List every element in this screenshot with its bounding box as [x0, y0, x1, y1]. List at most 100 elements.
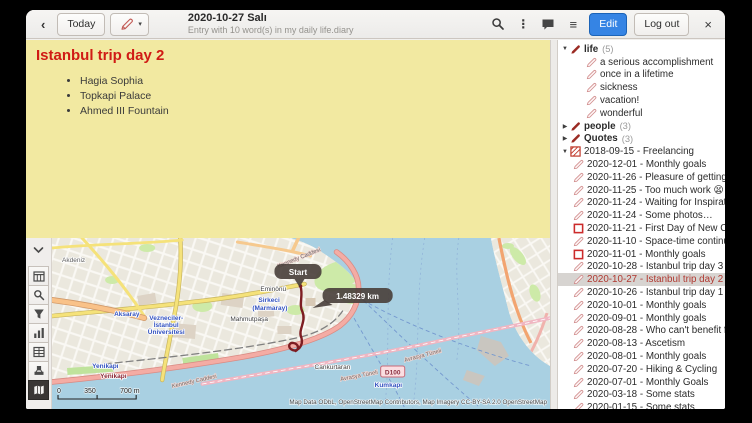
expander-closed-icon[interactable]: ▶: [560, 135, 570, 142]
entry-label: 2020-01-15 - Some stats: [587, 402, 695, 409]
entry-label: a serious accomplishment: [600, 57, 713, 68]
entry-label: 2020-12-01 - Monthly goals: [587, 159, 706, 170]
entry-label: 2020-11-10 - Space-time continuum: [587, 236, 725, 247]
logout-button[interactable]: Log out: [634, 13, 689, 36]
entry-label: people: [584, 121, 616, 132]
statistics-button[interactable]: [28, 323, 49, 343]
entry-label: wonderful: [600, 108, 642, 119]
entry-label: Quotes: [584, 133, 618, 144]
calendar-button[interactable]: [28, 266, 49, 286]
entry-label: 2020-08-13 - Ascetism: [587, 338, 685, 349]
entry-subtitle: Entry with 10 word(s) in my daily life.d…: [188, 26, 398, 35]
today-button[interactable]: Today: [57, 13, 105, 36]
pencil-outline-icon: [573, 287, 586, 298]
svg-text:700 m: 700 m: [120, 388, 140, 395]
menu-kebab-button[interactable]: ⋮: [514, 15, 532, 33]
entry-label: sickness: [600, 82, 638, 93]
expander-open-icon[interactable]: ▼: [560, 149, 570, 155]
svg-text:Start: Start: [289, 268, 308, 277]
sidebar-entry-row[interactable]: wonderful: [558, 107, 725, 120]
pencil-outline-icon: [573, 313, 586, 324]
pencil-outline-icon: [573, 351, 586, 362]
checkbox-icon: [573, 249, 586, 260]
close-window-button[interactable]: ×: [699, 17, 717, 32]
sidebar-tag-row[interactable]: ▶Quotes(3): [558, 133, 725, 146]
sidebar-entry-row[interactable]: a serious accomplishment: [558, 56, 725, 69]
sidebar-entry-row[interactable]: 2020-11-24 - Waiting for Inspiration…: [558, 197, 725, 210]
svg-text:Vezneciler-: Vezneciler-: [149, 315, 183, 322]
sidebar-entry-row[interactable]: 2020-10-27 - Istanbul trip day 2: [558, 273, 725, 286]
search-button[interactable]: [489, 15, 507, 33]
expander-closed-icon[interactable]: ▶: [560, 123, 570, 130]
entry-label: 2020-11-21 - First Day of New Covid R…: [587, 223, 725, 234]
sidebar-tag-row[interactable]: ▶ people (3): [558, 120, 725, 133]
pencil-outline-icon: [573, 274, 586, 285]
pencil-outline-icon: [573, 325, 586, 336]
sidebar-entry-row[interactable]: sickness: [558, 81, 725, 94]
sidebar-entry-row[interactable]: 2020-11-21 - First Day of New Covid R…: [558, 222, 725, 235]
pencil-icon: [117, 15, 135, 33]
entry-editor[interactable]: Istanbul trip day 2 Hagia Sophia Topkapi…: [26, 40, 550, 238]
filter-button[interactable]: [28, 304, 49, 324]
route-map[interactable]: Akdeniz Aksaray Vezneciler- İstanbul Üni…: [52, 238, 550, 409]
pencil-outline-icon: [573, 377, 586, 388]
sidebar-entry-row[interactable]: 2020-10-01 - Monthly goals: [558, 299, 725, 312]
pencil-outline-icon: [586, 69, 599, 80]
sidebar-entry-row[interactable]: 2020-01-15 - Some stats: [558, 401, 725, 409]
pencil-outline-icon: [573, 389, 586, 400]
hamburger-menu-button[interactable]: ≡: [564, 15, 582, 33]
edit-button[interactable]: Edit: [589, 13, 627, 36]
sidebar-entry-row[interactable]: 2020-11-01 - Monthly goals: [558, 248, 725, 261]
svg-text:350: 350: [84, 388, 96, 395]
entry-label: once in a lifetime: [600, 69, 674, 80]
sidebar-entry-row[interactable]: 2020-10-28 - Istanbul trip day 3: [558, 261, 725, 274]
entry-label: 2020-10-28 - Istanbul trip day 3: [587, 261, 723, 272]
pencil-outline-icon: [573, 402, 586, 409]
entry-bullet-list: Hagia Sophia Topkapi Palace Ahmed III Fo…: [36, 74, 540, 119]
sidebar-entry-row[interactable]: 2020-11-25 - Too much work 😫: [558, 184, 725, 197]
entry-label: 2020-09-01 - Monthly goals: [587, 313, 706, 324]
edit-entry-menubutton[interactable]: ▾: [110, 13, 149, 36]
back-button[interactable]: ‹: [34, 14, 52, 35]
back-chevron-icon: ‹: [41, 17, 45, 32]
sidebar-entry-row[interactable]: 2020-08-01 - Monthly goals: [558, 350, 725, 363]
entry-label: 2020-11-25 - Too much work 😫: [587, 185, 724, 196]
map-attribution: Map Data ODbL, OpenStreetMap Contributor…: [289, 399, 547, 406]
sidebar-entry-row[interactable]: once in a lifetime: [558, 69, 725, 82]
table-button[interactable]: [28, 342, 49, 362]
svg-text:0: 0: [57, 388, 61, 395]
sidebar-entry-row[interactable]: ▼2018-09-15 - Freelancing: [558, 145, 725, 158]
svg-text:Akdeniz: Akdeniz: [62, 257, 85, 264]
sidebar-entry-row[interactable]: vacation!: [558, 94, 725, 107]
entry-count: (3): [620, 121, 631, 131]
pencil-outline-icon: [573, 261, 586, 272]
pencil-outline-icon: [573, 364, 586, 375]
expander-open-icon[interactable]: ▼: [560, 46, 570, 52]
sidebar-entry-row[interactable]: 2020-12-01 - Monthly goals: [558, 158, 725, 171]
sidebar-entry-row[interactable]: 2020-03-18 - Some stats: [558, 389, 725, 402]
search-entries-button[interactable]: [28, 285, 49, 305]
road-shield-d100: D100: [381, 366, 405, 377]
sidebar-entry-row[interactable]: 2020-10-26 - Istanbul trip day 1: [558, 286, 725, 299]
sidebar-entry-row[interactable]: 2020-08-13 - Ascetism: [558, 337, 725, 350]
sidebar-entry-row[interactable]: 2020-11-26 - Pleasure of getting exac…: [558, 171, 725, 184]
pane-divider[interactable]: [550, 40, 558, 409]
sidebar-entry-row[interactable]: 2020-07-01 - Monthly Goals: [558, 376, 725, 389]
collapse-chevron-icon[interactable]: [28, 240, 49, 260]
sidebar-entry-row[interactable]: 2020-08-28 - Who can't benefit from …: [558, 325, 725, 338]
entry-label: 2020-08-01 - Monthly goals: [587, 351, 706, 362]
entry-pane: Istanbul trip day 2 Hagia Sophia Topkapi…: [26, 40, 550, 409]
annotation-chat-button[interactable]: [539, 15, 557, 33]
svg-text:Mahmutpaşa: Mahmutpaşa: [230, 316, 268, 323]
map-button[interactable]: [28, 380, 49, 400]
main-content: Istanbul trip day 2 Hagia Sophia Topkapi…: [26, 40, 725, 409]
stamp-button[interactable]: [28, 361, 49, 381]
sidebar-entry-row[interactable]: 2020-07-20 - Hiking & Cycling: [558, 363, 725, 376]
entry-label: 2020-07-01 - Monthly Goals: [587, 377, 708, 388]
sidebar-tag-row[interactable]: ▼life(5): [558, 43, 725, 56]
svg-text:Üniversitesi: Üniversitesi: [148, 327, 185, 336]
chevron-down-icon: ▾: [138, 20, 142, 28]
sidebar-entry-row[interactable]: 2020-11-10 - Space-time continuum: [558, 235, 725, 248]
sidebar-entry-row[interactable]: 2020-11-24 - Some photos…: [558, 209, 725, 222]
sidebar-entry-row[interactable]: 2020-09-01 - Monthly goals: [558, 312, 725, 325]
